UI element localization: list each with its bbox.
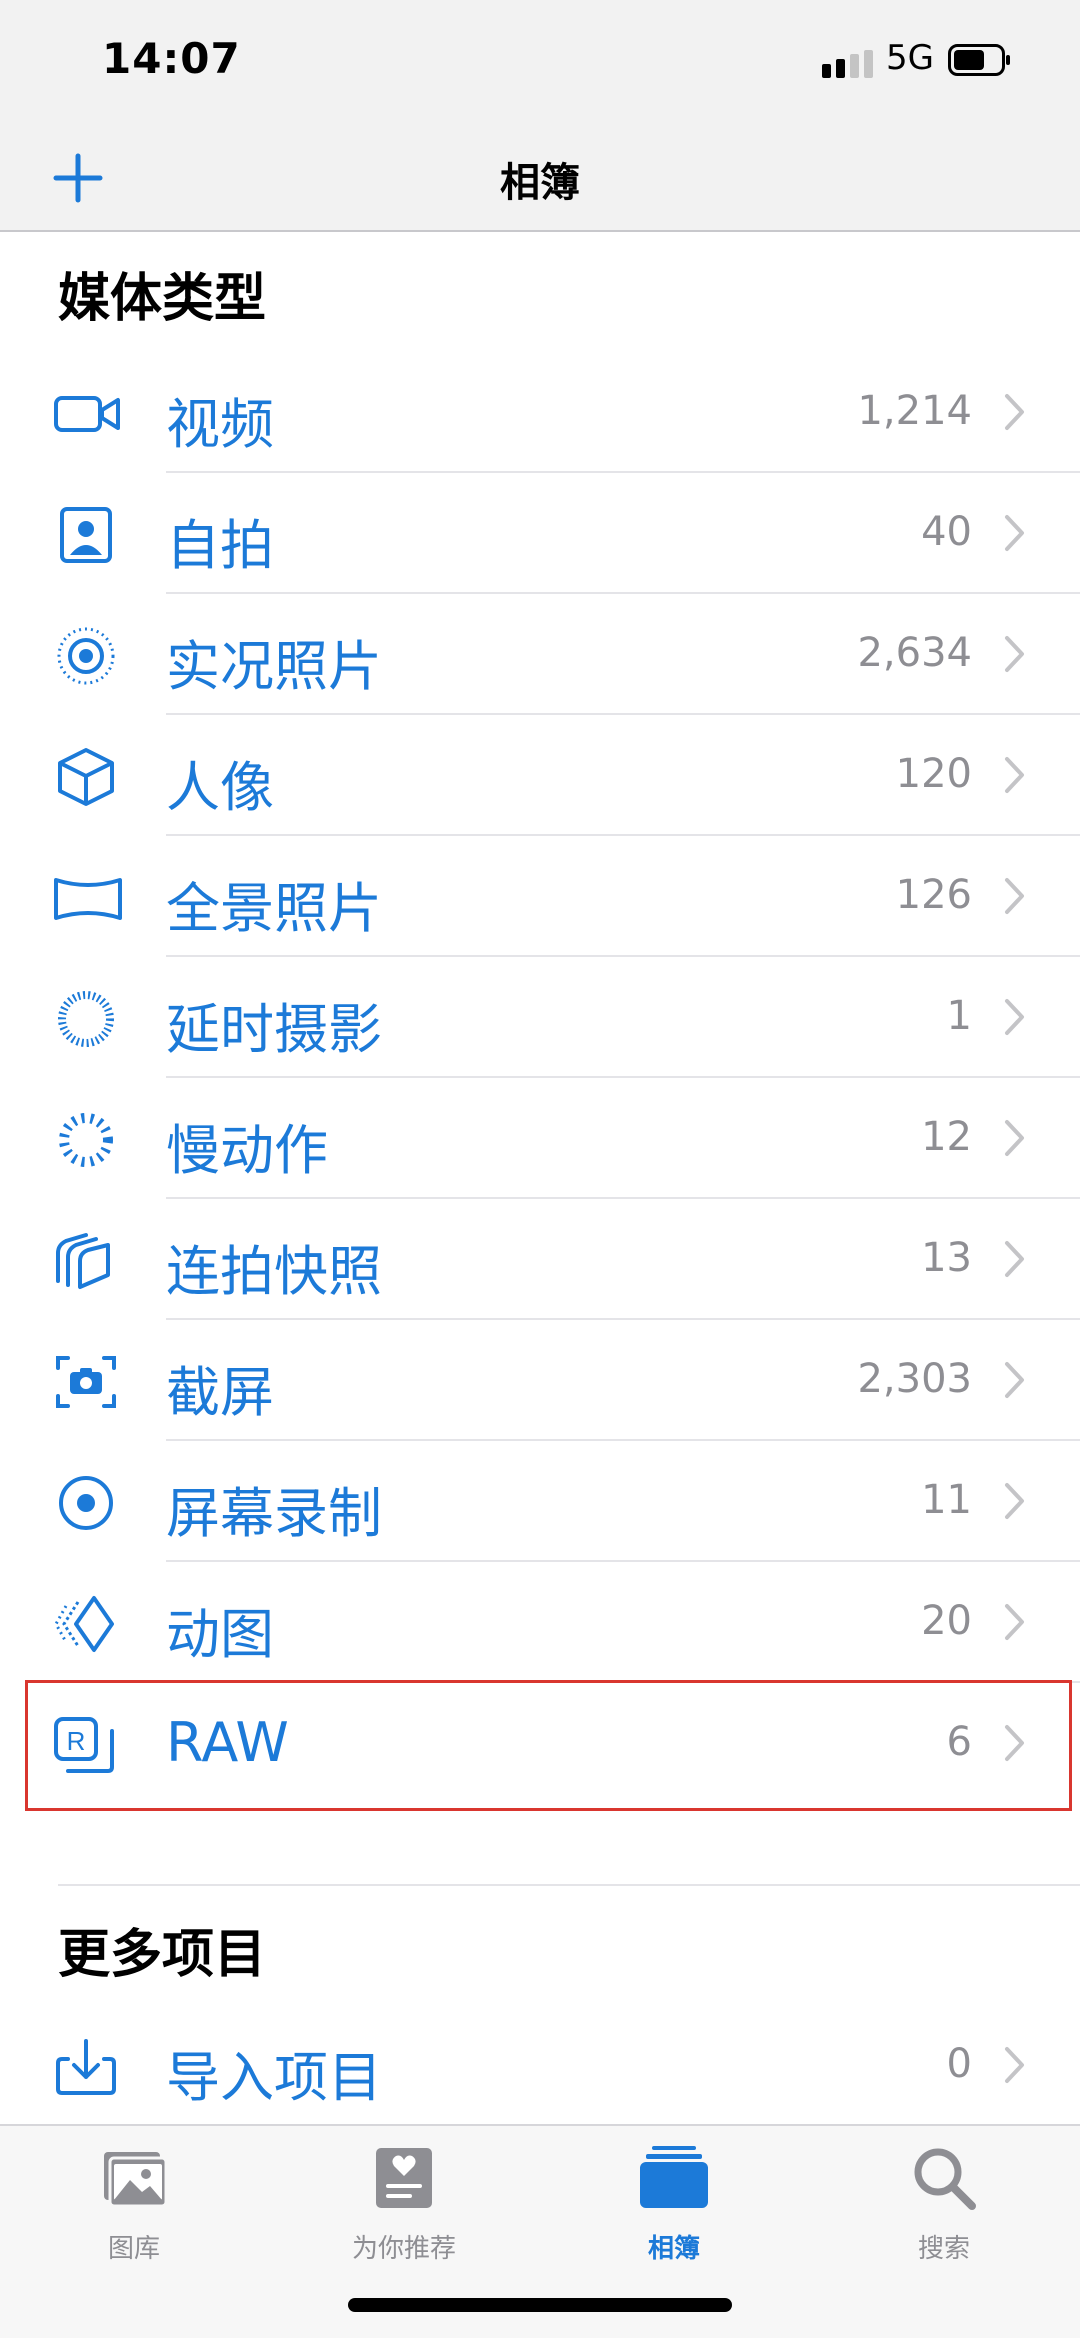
chevron-right-icon: [1005, 1483, 1024, 1519]
item-label: 延时摄影: [166, 998, 382, 1061]
item-label: 屏幕录制: [166, 1482, 382, 1545]
item-count: 0: [946, 2041, 972, 2087]
selfie-icon: [60, 507, 112, 563]
video-icon: [54, 396, 120, 432]
list-item-video[interactable]: 视频 1,214: [0, 352, 1080, 473]
item-label: 人像: [166, 756, 274, 819]
item-count: 1: [946, 993, 972, 1039]
tab-label: 相簿: [647, 2234, 700, 2264]
tab-for-you[interactable]: 为你推荐: [304, 2142, 504, 2272]
panorama-icon: [54, 878, 122, 920]
item-label: 自拍: [166, 514, 274, 577]
home-indicator[interactable]: [348, 2298, 732, 2312]
list-item-portrait[interactable]: 人像 120: [0, 715, 1080, 836]
for-you-icon: [376, 2148, 432, 2208]
item-label: 动图: [166, 1603, 274, 1666]
chevron-right-icon: [1005, 999, 1024, 1035]
import-icon: [56, 2039, 116, 2095]
item-count: 120: [895, 751, 972, 797]
tab-search[interactable]: 搜索: [844, 2142, 1044, 2272]
library-icon: [104, 2152, 168, 2208]
item-label: 慢动作: [166, 1119, 328, 1182]
section-divider: [58, 1884, 1080, 1886]
chevron-right-icon: [1005, 394, 1024, 430]
item-count: 40: [921, 509, 972, 555]
tab-label: 搜索: [917, 2234, 970, 2264]
list-item-panorama[interactable]: 全景照片 126: [0, 836, 1080, 957]
item-label: 截屏: [166, 1361, 274, 1424]
item-count: 13: [921, 1235, 972, 1281]
battery-icon: [948, 44, 1010, 76]
item-count: 20: [921, 1598, 972, 1644]
chevron-right-icon: [1005, 757, 1024, 793]
navigation-bar: 相簿: [0, 120, 1080, 232]
item-label: 视频: [166, 393, 274, 456]
albums-icon: [640, 2146, 708, 2208]
section-title-more-items: 更多项目: [58, 1925, 267, 1985]
chevron-right-icon: [1005, 636, 1024, 672]
item-count: 126: [895, 872, 972, 918]
screenshot-icon: [56, 1356, 116, 1408]
item-count: 2,303: [857, 1356, 972, 1402]
tab-label: 图库: [107, 2234, 160, 2264]
list-item-screenshots[interactable]: 截屏 2,303: [0, 1320, 1080, 1441]
item-label: 实况照片: [166, 635, 382, 698]
timelapse-icon: [58, 991, 114, 1047]
chevron-right-icon: [1005, 2047, 1024, 2083]
animated-icon: [54, 1596, 114, 1652]
list-item-live-photos[interactable]: 实况照片 2,634: [0, 594, 1080, 715]
status-bar: 14:07 5G: [0, 0, 1080, 120]
item-label: 导入项目: [166, 2046, 382, 2109]
list-item-screen-recordings[interactable]: 屏幕录制 11: [0, 1441, 1080, 1562]
tab-library[interactable]: 图库: [34, 2142, 234, 2272]
list-item-burst[interactable]: 连拍快照 13: [0, 1199, 1080, 1320]
search-icon: [914, 2148, 976, 2210]
chevron-right-icon: [1005, 878, 1024, 914]
list-item-animated[interactable]: 动图 20: [0, 1562, 1080, 1683]
chevron-right-icon: [1005, 1362, 1024, 1398]
item-count: 12: [921, 1114, 972, 1160]
chevron-right-icon: [1005, 1241, 1024, 1277]
item-label: 全景照片: [166, 877, 382, 940]
page-title: 相簿: [500, 160, 580, 206]
chevron-right-icon: [1005, 515, 1024, 551]
list-item-timelapse[interactable]: 延时摄影 1: [0, 957, 1080, 1078]
list-item-slomo[interactable]: 慢动作 12: [0, 1078, 1080, 1199]
network-label: 5G: [886, 38, 934, 78]
screen-recording-icon: [59, 1476, 113, 1530]
item-count: 2,634: [857, 630, 972, 676]
slomo-icon: [59, 1113, 113, 1167]
portrait-cube-icon: [58, 748, 114, 806]
highlight-box: [25, 1680, 1072, 1811]
signal-icon: [822, 50, 873, 78]
item-count: 1,214: [857, 388, 972, 434]
item-label: 连拍快照: [166, 1240, 382, 1303]
list-item-imports[interactable]: 导入项目 0: [0, 2005, 1080, 2126]
item-count: 11: [921, 1477, 972, 1523]
chevron-right-icon: [1005, 1604, 1024, 1640]
tab-albums[interactable]: 相簿: [574, 2142, 774, 2272]
section-title-media-types: 媒体类型: [58, 269, 267, 329]
burst-icon: [56, 1233, 110, 1289]
list-item-selfie[interactable]: 自拍 40: [0, 473, 1080, 594]
live-photo-icon: [57, 627, 115, 685]
tab-label: 为你推荐: [351, 2234, 456, 2264]
chevron-right-icon: [1005, 1120, 1024, 1156]
status-time: 14:07: [102, 34, 241, 83]
